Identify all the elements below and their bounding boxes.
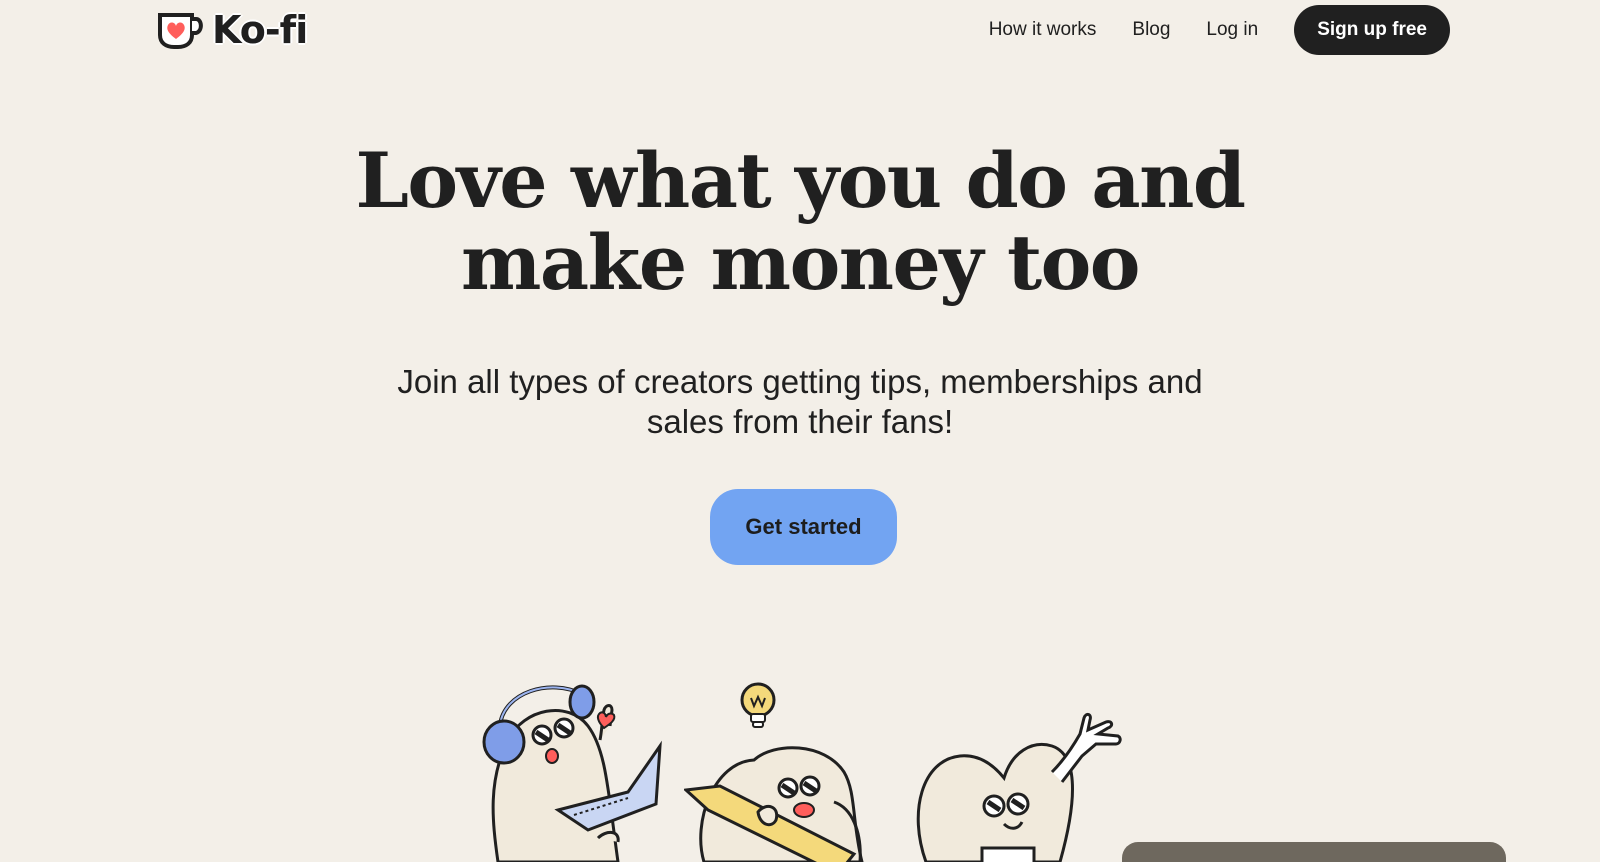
nav-blog[interactable]: Blog (1132, 5, 1170, 55)
creator-pencil-illustration (684, 746, 864, 862)
site-header: Ko-fi How it works Blog Log in Sign up f… (0, 0, 1600, 60)
creator-laptop-illustration (482, 684, 662, 862)
sign-up-button[interactable]: Sign up free (1294, 5, 1450, 55)
page: Ko-fi How it works Blog Log in Sign up f… (0, 0, 1600, 862)
kofi-logo[interactable]: Ko-fi (156, 8, 308, 52)
nav-log-in[interactable]: Log in (1206, 5, 1258, 55)
lightbulb-icon (740, 682, 776, 728)
creator-heart-illustration (916, 712, 1122, 862)
logo-wordmark: Ko-fi (212, 8, 308, 52)
preview-card (1122, 842, 1506, 862)
main-nav: How it works Blog Log in Sign up free (989, 5, 1450, 55)
headline-line-1: Love what you do and (355, 136, 1246, 225)
nav-how-it-works[interactable]: How it works (989, 5, 1097, 55)
get-started-button[interactable]: Get started (710, 489, 897, 565)
hero-headline: Love what you do and make money too (0, 140, 1600, 304)
coffee-cup-heart-icon (158, 13, 203, 49)
hero-subtitle: Join all types of creators getting tips,… (397, 363, 1203, 440)
headline-line-2: make money too (461, 218, 1140, 307)
